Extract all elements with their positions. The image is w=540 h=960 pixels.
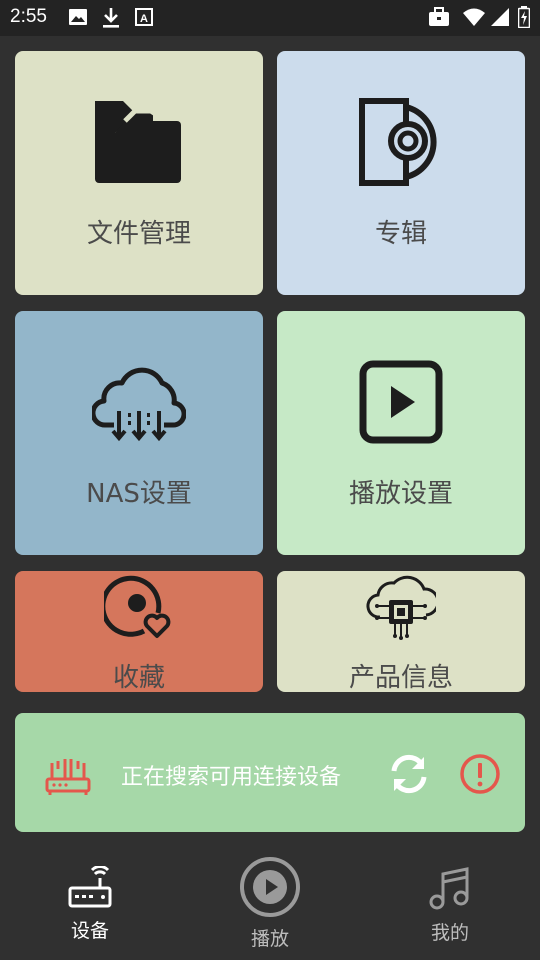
status-time: 2:55 [10,6,47,27]
play-square-icon [358,359,444,449]
nav-item-play[interactable]: 播放 [230,856,310,951]
connection-status-text: 正在搜索可用连接设备 [121,765,342,790]
refresh-icon[interactable] [388,753,430,799]
alert-icon[interactable] [459,753,501,799]
music-note-icon [410,866,490,916]
tile-file-manager[interactable]: 文件管理 [15,51,263,295]
connection-status-bar: 正在搜索可用连接设备 [15,713,525,832]
router-icon [45,751,91,799]
album-disc-icon [356,97,446,191]
nav-label: 播放 [250,928,289,950]
bottom-navigation: 设备 播放 我的 [0,846,540,960]
tile-label: 收藏 [112,663,165,692]
nav-item-mine[interactable]: 我的 [410,866,490,945]
signal-icon [490,7,510,31]
tile-label: 产品信息 [348,663,453,692]
tile-nas-settings[interactable]: NAS设置 [15,311,263,555]
tile-favorites[interactable]: 收藏 [15,571,263,692]
cloud-download-icon [90,361,187,449]
font-a-icon: A [134,7,154,31]
image-icon [68,7,88,31]
briefcase-icon [428,7,450,31]
svg-text:A: A [140,13,148,25]
favorite-disc-icon [100,573,174,643]
nav-label: 设备 [70,920,109,942]
tile-product-info[interactable]: 产品信息 [277,571,525,692]
folder-icon [91,97,187,191]
play-circle-icon [230,856,310,922]
cloud-chip-icon [366,573,440,645]
wifi-icon [462,7,486,31]
nav-item-devices[interactable]: 设备 [50,865,130,943]
nav-label: 我的 [430,922,469,944]
status-bar: 2:55 A [0,0,540,36]
battery-charging-icon [517,6,531,32]
tile-label: 专辑 [374,219,427,249]
tile-label: NAS设置 [86,479,192,509]
download-icon [101,7,121,33]
tile-album[interactable]: 专辑 [277,51,525,295]
router-icon [50,865,130,914]
tile-label: 文件管理 [86,219,191,249]
tile-label: 播放设置 [348,479,453,509]
tile-playback-settings[interactable]: 播放设置 [277,311,525,555]
